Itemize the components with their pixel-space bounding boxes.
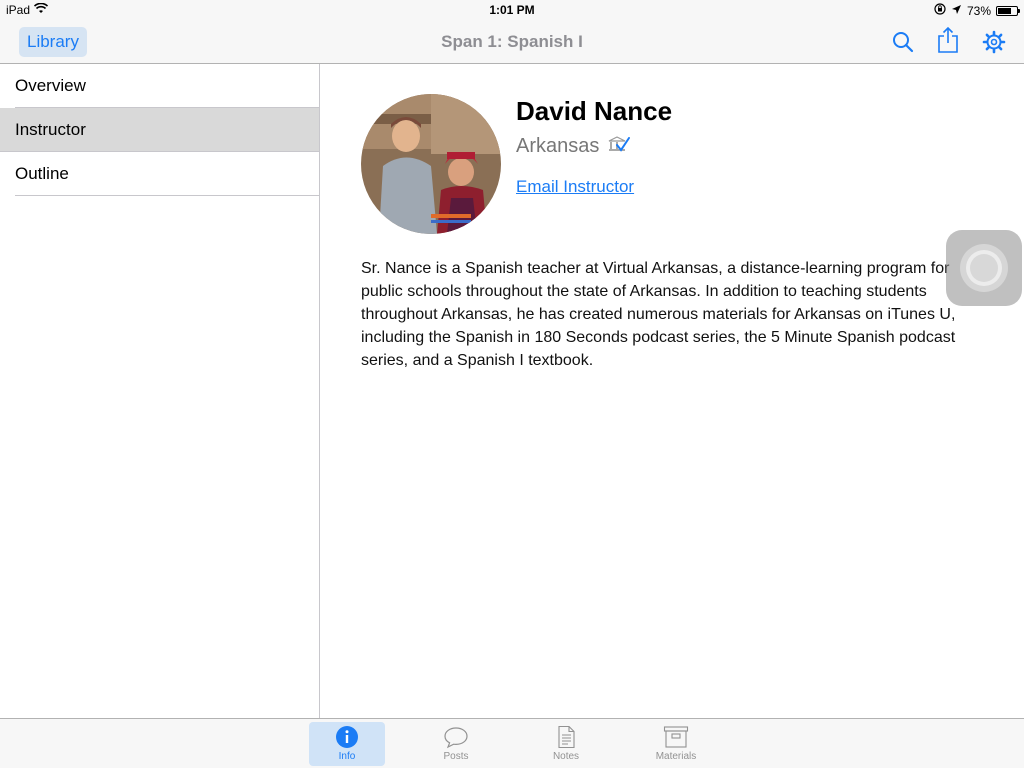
sidebar-item-outline[interactable]: Outline <box>0 152 319 196</box>
battery-percent: 73% <box>966 3 991 18</box>
battery-icon <box>996 5 1020 16</box>
course-title: Span 1: Spanish I <box>441 32 583 51</box>
settings-gear-icon[interactable] <box>982 30 1006 54</box>
instructor-location: Arkansas <box>516 135 600 157</box>
tab-materials-label: Materials <box>655 751 697 762</box>
tab-bar: Info Posts Notes Materials <box>0 718 1024 768</box>
note-page-icon <box>558 725 575 749</box>
tab-posts-label: Posts <box>443 751 469 762</box>
tab-notes-label: Notes <box>552 751 580 762</box>
instructor-avatar <box>361 94 501 234</box>
tab-notes[interactable]: Notes <box>528 722 604 766</box>
tab-posts[interactable]: Posts <box>418 722 494 766</box>
sidebar: Overview Instructor Outline <box>0 64 320 718</box>
instructor-name: David Nance <box>516 96 673 126</box>
tab-info[interactable]: Info <box>309 722 385 766</box>
search-icon[interactable] <box>891 30 915 54</box>
orientation-lock-icon <box>934 3 946 18</box>
sidebar-item-overview[interactable]: Overview <box>0 64 319 108</box>
speech-bubble-icon <box>444 727 468 749</box>
verified-institution-icon <box>607 135 631 158</box>
info-icon <box>336 726 358 748</box>
email-instructor-link[interactable]: Email Instructor <box>516 177 634 197</box>
tab-materials[interactable]: Materials <box>638 722 714 766</box>
share-icon[interactable] <box>936 26 960 54</box>
status-time: 1:01 PM <box>489 3 535 17</box>
instructor-panel: David Nance Arkansas Email Instructor Sr… <box>321 64 1024 718</box>
location-arrow-icon <box>951 4 962 18</box>
tab-info-label: Info <box>338 751 356 762</box>
status-bar: iPad 1:01 PM 73% <box>0 0 1024 20</box>
instructor-location-row: Arkansas <box>516 135 631 158</box>
status-right: 73% <box>934 3 1020 18</box>
assistive-touch-button[interactable] <box>946 230 1022 306</box>
nav-bar: Library Span 1: Spanish I <box>0 20 1024 64</box>
sidebar-item-instructor[interactable]: Instructor <box>0 108 319 152</box>
instructor-bio: Sr. Nance is a Spanish teacher at Virtua… <box>361 260 956 369</box>
materials-box-icon <box>663 726 689 748</box>
